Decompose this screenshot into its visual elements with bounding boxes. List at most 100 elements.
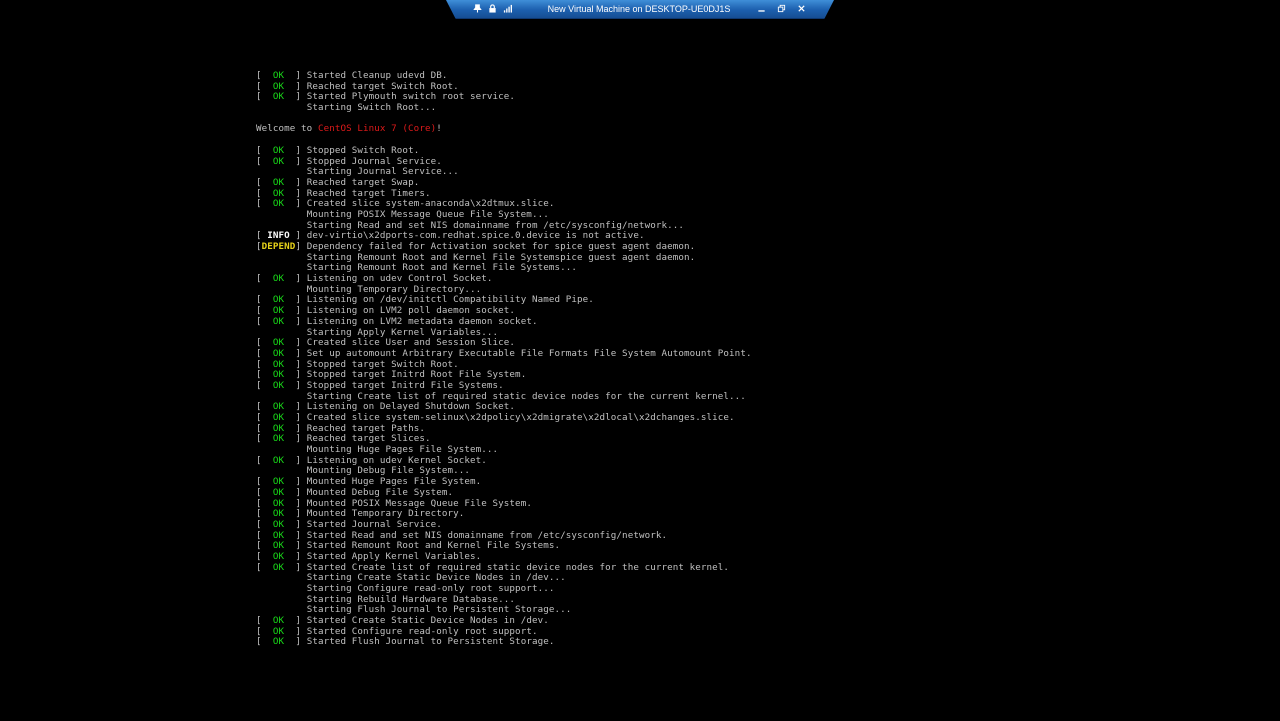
status-badge: [ OK ]: [256, 305, 307, 317]
status-badge: [256, 220, 307, 231]
status-badge: [256, 583, 307, 594]
status-ok: OK: [272, 91, 285, 103]
status-ok: OK: [272, 144, 285, 156]
console-message: Started Cleanup udevd DB.: [306, 70, 448, 81]
status-badge: [ INFO ]: [256, 230, 307, 242]
status-depend: DEPEND: [261, 241, 296, 252]
console-message: Starting Configure read-only root suppor…: [306, 583, 555, 594]
status-badge: [256, 209, 307, 220]
connection-bar-right-icons: [746, 4, 814, 14]
status-ok: OK: [272, 305, 285, 317]
status-info: INFO: [267, 230, 290, 242]
status-ok: OK: [272, 636, 285, 648]
status-ok: OK: [272, 401, 285, 413]
status-badge: [ OK ]: [256, 198, 307, 210]
status-ok: OK: [272, 518, 285, 530]
status-badge: [ OK ]: [256, 476, 307, 488]
status-badge: [ OK ]: [256, 497, 307, 509]
console-message: Started Create Static Device Nodes in /d…: [306, 615, 549, 627]
console-message: Started Remount Root and Kernel File Sys…: [306, 540, 561, 552]
status-ok: OK: [272, 70, 285, 81]
status-badge: [256, 166, 307, 177]
status-badge: [ OK ]: [256, 529, 307, 541]
status-badge: [ OK ]: [256, 636, 307, 648]
console-message: Reached target Timers.: [306, 187, 431, 199]
pin-icon[interactable]: [472, 4, 482, 14]
status-badge: [ OK ]: [256, 155, 307, 167]
console-message: Listening on LVM2 metadata daemon socket…: [306, 315, 538, 327]
console-message: Started Read and set NIS domainname from…: [306, 529, 668, 541]
status-ok: OK: [272, 561, 285, 573]
status-ok: OK: [272, 422, 285, 434]
status-ok: OK: [272, 176, 285, 188]
status-ok: OK: [272, 615, 285, 627]
console-message: Started Create list of required static d…: [306, 561, 730, 573]
status-badge: [ OK ]: [256, 144, 307, 156]
console-message: Mounted POSIX Message Queue File System.: [306, 497, 532, 509]
console-message: Starting Flush Journal to Persistent Sto…: [306, 604, 572, 616]
console-message: Starting Switch Root...: [306, 102, 437, 114]
connection-bar-content: New Virtual Machine on DESKTOP-UE0DJ1S: [466, 0, 814, 17]
console-message: Starting Rebuild Hardware Database...: [306, 593, 516, 605]
console-message: Listening on udev Kernel Socket.: [306, 454, 487, 466]
console-message: dev-virtio\x2dports-com.redhat.spice.0.d…: [306, 230, 645, 242]
close-icon[interactable]: [796, 4, 806, 14]
welcome-suffix: !: [436, 123, 442, 135]
status-ok: OK: [272, 379, 285, 391]
console-message: Reached target Switch Root.: [306, 80, 459, 92]
status-ok: OK: [272, 198, 285, 210]
status-badge: [ OK ]: [256, 80, 307, 92]
console-message: Mounting Huge Pages File System...: [306, 444, 499, 456]
status-ok: OK: [272, 476, 285, 488]
console-message: Stopped Journal Service.: [306, 155, 442, 167]
status-badge: [ OK ]: [256, 91, 307, 103]
console-line: Starting Switch Root...: [256, 102, 1256, 114]
status-badge: [ OK ]: [256, 625, 307, 637]
status-badge: [ OK ]: [256, 401, 307, 413]
console-message: Starting Remount Root and Kernel File Sy…: [306, 262, 577, 274]
status-ok: OK: [272, 358, 285, 370]
status-ok: OK: [272, 540, 285, 552]
status-ok: OK: [272, 433, 285, 445]
console-message: Created slice User and Session Slice.: [306, 337, 516, 349]
console-message: Started Plymouth switch root service.: [306, 91, 516, 103]
status-ok: OK: [272, 337, 285, 349]
status-badge: [ OK ]: [256, 412, 307, 423]
os-name: CentOS Linux 7 (Core): [317, 123, 437, 135]
status-badge: [ OK ]: [256, 508, 307, 520]
status-ok: OK: [272, 625, 285, 637]
status-ok: OK: [272, 454, 285, 466]
status-ok: OK: [272, 315, 285, 327]
status-badge: [ OK ]: [256, 347, 307, 359]
status-badge: [ OK ]: [256, 615, 307, 627]
console-message: Starting Remount Root and Kernel File Sy…: [306, 251, 696, 263]
signal-icon[interactable]: [502, 4, 512, 14]
console-message: Stopped Switch Root.: [306, 144, 420, 156]
status-badge: [ OK ]: [256, 273, 307, 285]
console-message: Set up automount Arbitrary Executable Fi…: [306, 347, 752, 359]
status-ok: OK: [272, 529, 285, 541]
lock-icon[interactable]: [487, 4, 497, 14]
status-badge: [256, 327, 307, 338]
status-badge: [ OK ]: [256, 70, 307, 81]
status-badge: [ OK ]: [256, 176, 307, 188]
connection-bar: New Virtual Machine on DESKTOP-UE0DJ1S: [0, 0, 1280, 19]
console-message: Mounted Debug File System.: [306, 486, 454, 498]
restore-icon[interactable]: [776, 4, 786, 14]
status-badge: [256, 102, 307, 113]
console-message: Stopped target Switch Root.: [306, 358, 459, 370]
status-ok: OK: [272, 497, 285, 509]
status-badge: [ OK ]: [256, 550, 307, 562]
console-message: Starting Apply Kernel Variables...: [306, 326, 499, 338]
status-badge: [256, 604, 307, 615]
minimize-icon[interactable]: [756, 4, 766, 14]
status-ok: OK: [272, 412, 285, 423]
console-message: Stopped target Initrd File Systems.: [306, 379, 504, 391]
status-badge: [256, 465, 307, 476]
status-badge: [ OK ]: [256, 187, 307, 199]
console-message: Listening on LVM2 poll daemon socket.: [306, 305, 516, 317]
console-message: Reached target Paths.: [306, 422, 425, 434]
console-message: Mounting POSIX Message Queue File System…: [306, 208, 549, 220]
console-message: Started Flush Journal to Persistent Stor…: [306, 636, 555, 648]
console-message: Listening on Delayed Shutdown Socket.: [306, 401, 516, 413]
